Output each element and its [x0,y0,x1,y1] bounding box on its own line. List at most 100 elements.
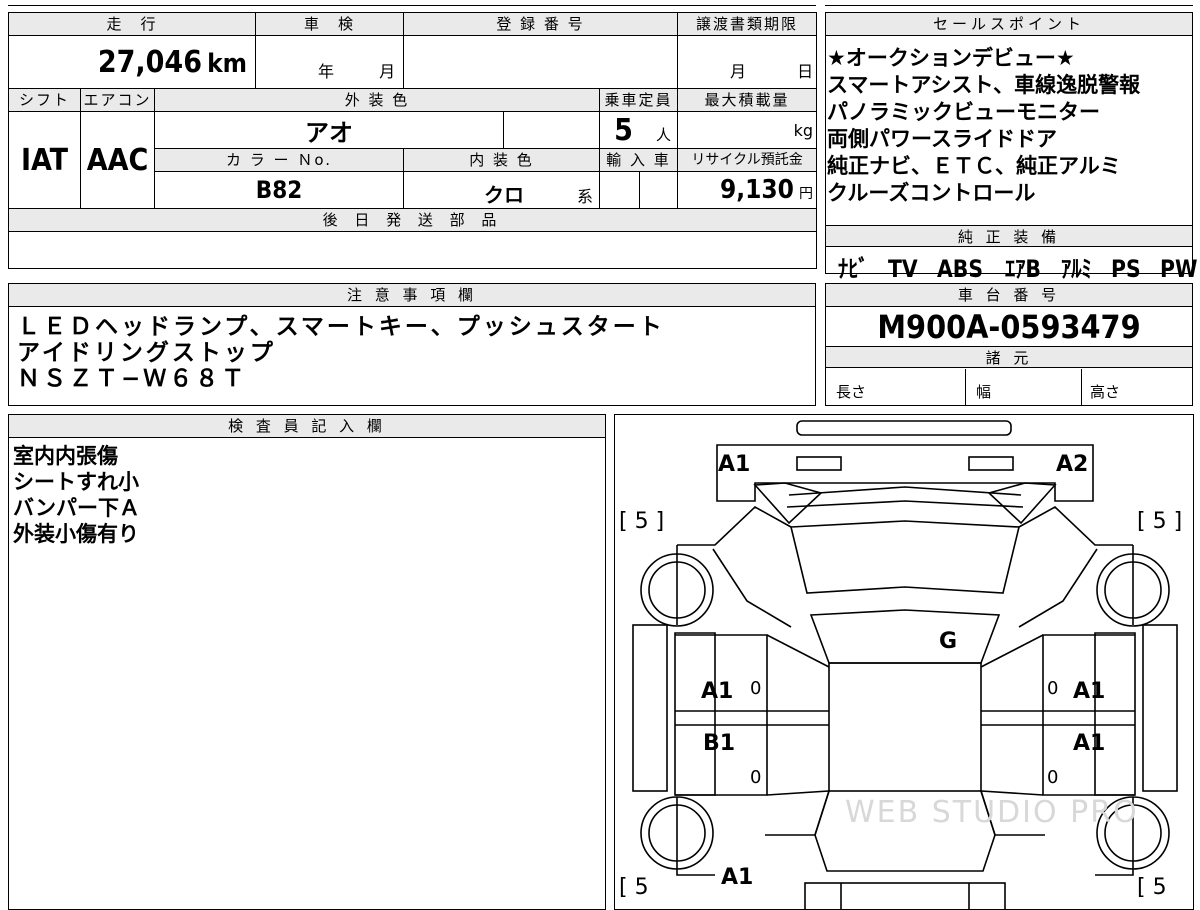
mileage-label: 走 行 [7,12,257,36]
zero-label: 0 [1047,678,1059,699]
max-load-label: 最大積載量 [677,88,818,112]
inspector-line: シートすれ小 [13,470,139,494]
later-parts-value [7,231,818,269]
sales-point-line: パノラミックビューモニター [827,100,1100,124]
spec-height-label: 高さ [1090,383,1121,401]
inspection-year: 年 [318,62,335,81]
sales-point-line: スマートアシスト、車線逸脱警報 [827,73,1141,97]
exterior-color-extra [503,111,601,149]
car-outline-diagram [632,420,1178,909]
interior-color-cell: クロ 系 [403,171,601,209]
tire-right-rear: [ 5 [1137,875,1167,900]
notes-list: ＬＥＤヘッドランプ、スマートキー、プッシュスタート アイドリングストップ ＮＳＺ… [17,314,665,392]
capacity-label: 乗車定員 [599,88,679,112]
inspector-line: バンパー下Ａ [13,496,141,520]
import-value-a [599,171,641,209]
mark-front-left: A1 [718,452,751,477]
sales-point-line: 両側パワースライドドア [827,127,1057,151]
color-no-value: B82 [153,171,405,209]
equip-alloy: ｱﾙﾐ [1061,255,1093,283]
aircon-value: AAC [80,111,155,209]
exterior-color-label: 外 装 色 [153,88,601,112]
mark-front-door-left: A1 [701,679,734,704]
capacity-unit: 人 [656,125,672,144]
color-no-label: カ ラ ー Ｎo. [153,148,405,172]
mark-rear: A1 [721,865,754,890]
mark-front-door-right: A1 [1073,679,1106,704]
mileage-value-cell: 27,046 km [7,35,257,89]
spec-length-label: 長さ [836,383,867,401]
tire-left-front: [ 5 ] [619,509,665,534]
registration-value [403,35,679,89]
tire-left-rear: [ 5 [619,875,649,900]
spec-width: 幅 [966,369,1082,406]
import-value-b [639,171,679,209]
damage-diagram-panel: WEB STUDIO PRO A1 A2 G A1 A1 B1 A1 A1 0 … [614,414,1194,910]
inspector-title: 検 査 員 記 入 欄 [9,415,605,438]
registration-label: 登 録 番 号 [403,12,679,36]
genuine-equipment-list: ﾅﾋﾞ TV ABS ｴｱB ｱﾙﾐ PS PW [838,249,1200,284]
mileage-unit: km [207,48,248,79]
notes-line: ＬＥＤヘッドランプ、スマートキー、プッシュスタート [17,314,665,340]
inspection-month: 月 [379,62,396,81]
transfer-deadline-value: 月 日 [677,35,818,89]
capacity-cell: 5 人 [599,111,679,149]
inspector-line: 外装小傷有り [13,522,139,546]
mark-front-right: A2 [1056,452,1089,477]
recycle-fee-cell: 9,130 円 [677,171,818,209]
specs-row: 長さ 幅 高さ [826,369,1192,406]
top-right-strip [825,0,1193,6]
mark-roof: G [939,629,958,654]
inspector-panel: 検 査 員 記 入 欄 室内内張傷 シートすれ小 バンパー下Ａ 外装小傷有り [8,414,606,910]
specs-title: 諸 元 [826,346,1192,368]
max-load-value: kg [677,111,818,149]
inspection-value-cell: 年 月 [255,35,405,89]
shift-label: シフト [8,88,81,112]
vehicle-info-table: 走 行 車 検 登 録 番 号 譲渡書類期限 27,046 km 年 月 月 日… [7,12,818,269]
diagram-watermark: WEB STUDIO PRO [845,795,1139,830]
tire-right-front: [ 5 ] [1137,509,1183,534]
sales-points-list: ★オークションデビュー★ スマートアシスト、車線逸脱警報 パノラミックビューモニ… [827,45,1140,207]
exterior-color-value: アオ [153,111,505,149]
equip-abs: ABS [936,255,983,283]
mileage-value: 27,046 [97,44,202,80]
zero-label: 0 [750,767,762,788]
interior-color-label: 内 装 色 [403,148,601,172]
genuine-equipment-title: 純 正 装 備 [826,225,1192,247]
sales-point-line: 純正ナビ、ＥＴＣ、純正アルミ [827,154,1121,178]
later-parts-label: 後 日 発 送 部 品 [7,208,818,232]
chassis-number: M900A-0593479 [877,308,1141,346]
equip-tv: TV [888,255,918,283]
recycle-fee-value: 9,130 [719,175,794,205]
equip-airbag: ｴｱB [1005,255,1042,283]
zero-label: 0 [1047,767,1059,788]
shift-value: IAT [8,111,81,209]
sales-points-title: セールスポイント [826,13,1192,36]
sales-points-panel: セールスポイント ★オークションデビュー★ スマートアシスト、車線逸脱警報 パノ… [825,12,1198,283]
transfer-deadline-label: 譲渡書類期限 [677,12,818,36]
chassis-panel: 車 台 番 号 M900A-0593479 諸 元 長さ 幅 高さ [825,283,1193,406]
interior-color-value: クロ [484,183,525,207]
spec-width-label: 幅 [976,383,992,401]
equip-pw: PW [1160,255,1198,283]
recycle-fee-label: リサイクル預託金 [677,148,818,172]
notes-line: ＮＳＺＴ−Ｗ６８Ｔ [17,366,248,392]
recycle-fee-unit: 円 [799,186,814,202]
import-label: 輸 入 車 [599,148,679,172]
inspector-list: 室内内張傷 シートすれ小 バンパー下Ａ 外装小傷有り [13,443,140,547]
transfer-month: 月 [730,62,747,81]
spec-height: 高さ [1082,369,1192,406]
inspector-line: 室内内張傷 [13,444,118,468]
spec-length: 長さ [826,369,966,406]
notes-title: 注 意 事 項 欄 [9,284,815,307]
inspection-label: 車 検 [255,12,405,36]
sales-point-line: ★オークションデビュー★ [827,46,1075,70]
equip-ps: PS [1111,255,1142,283]
mark-rear-door-left: B1 [703,731,736,756]
notes-line: アイドリングストップ [17,340,276,366]
notes-panel: 注 意 事 項 欄 ＬＥＤヘッドランプ、スマートキー、プッシュスタート アイドリ… [8,283,816,406]
aircon-label: エアコン [80,88,155,112]
transfer-day: 日 [797,62,814,81]
top-strip [8,0,816,6]
equip-navi: ﾅﾋﾞ [838,255,869,283]
